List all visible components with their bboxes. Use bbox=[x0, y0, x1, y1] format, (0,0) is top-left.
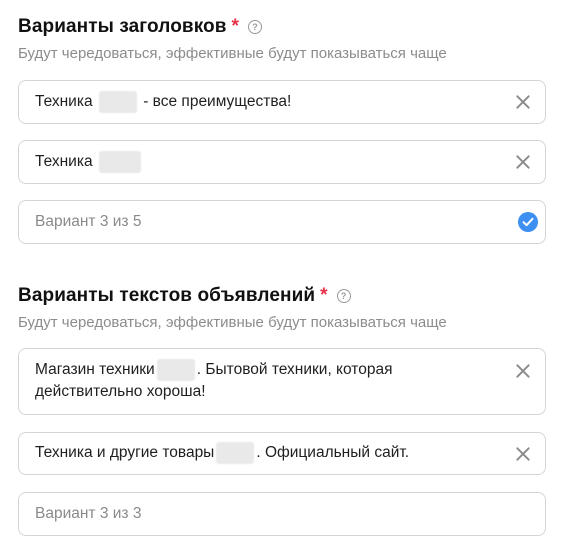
ad-text-2: Техника и другие товары. Официальный сай… bbox=[35, 442, 409, 465]
headline-field-2[interactable]: Техника bbox=[18, 140, 546, 184]
clear-ad-text-1-icon[interactable] bbox=[515, 363, 531, 379]
ad-texts-heading: Варианты текстов объявлений * ? bbox=[18, 283, 546, 309]
headline-field-1[interactable]: Техника - все преимущества! bbox=[18, 80, 546, 124]
redacted-block bbox=[216, 442, 255, 465]
headline-placeholder: Вариант 3 из 5 bbox=[35, 213, 142, 230]
clear-headline-2-icon[interactable] bbox=[515, 154, 531, 170]
headlines-section: Варианты заголовков * ? Будут чередовать… bbox=[18, 14, 546, 65]
ad-text-field-2[interactable]: Техника и другие товары. Официальный сай… bbox=[18, 432, 546, 475]
ad-text-placeholder: Вариант 3 из 3 bbox=[35, 505, 142, 522]
required-marker: * bbox=[320, 285, 328, 306]
ad-texts-section: Варианты текстов объявлений * ? Будут че… bbox=[18, 283, 546, 334]
ad-variants-form: Варианты заголовков * ? Будут чередовать… bbox=[0, 0, 562, 558]
clear-headline-1-icon[interactable] bbox=[515, 94, 531, 110]
ad-text-1: Магазин техники. Бытовой техники, котора… bbox=[35, 359, 392, 403]
headline-new-variant-input[interactable]: Вариант 3 из 5 bbox=[18, 200, 546, 244]
check-circle-icon[interactable] bbox=[518, 212, 538, 232]
ad-texts-subtitle: Будут чередоваться, эффективные будут по… bbox=[18, 314, 447, 331]
redacted-block bbox=[98, 150, 141, 173]
help-icon[interactable]: ? bbox=[336, 289, 351, 303]
required-marker: * bbox=[231, 16, 240, 37]
ad-texts-title: Варианты текстов объявлений bbox=[18, 285, 316, 306]
clear-ad-text-2-icon[interactable] bbox=[515, 446, 531, 462]
redacted-block bbox=[156, 359, 195, 381]
headline-text-2: Техника bbox=[35, 150, 143, 173]
help-icon[interactable]: ? bbox=[248, 20, 263, 34]
headline-text-1: Техника - все преимущества! bbox=[35, 90, 291, 113]
ad-text-new-variant-input[interactable]: Вариант 3 из 3 bbox=[18, 492, 546, 536]
ad-text-field-1[interactable]: Магазин техники. Бытовой техники, котора… bbox=[18, 348, 546, 415]
headlines-subtitle: Будут чередоваться, эффективные будут по… bbox=[18, 45, 447, 62]
redacted-block bbox=[98, 90, 137, 113]
headlines-title: Варианты заголовков bbox=[18, 16, 227, 37]
headlines-heading: Варианты заголовков * ? bbox=[18, 14, 546, 40]
